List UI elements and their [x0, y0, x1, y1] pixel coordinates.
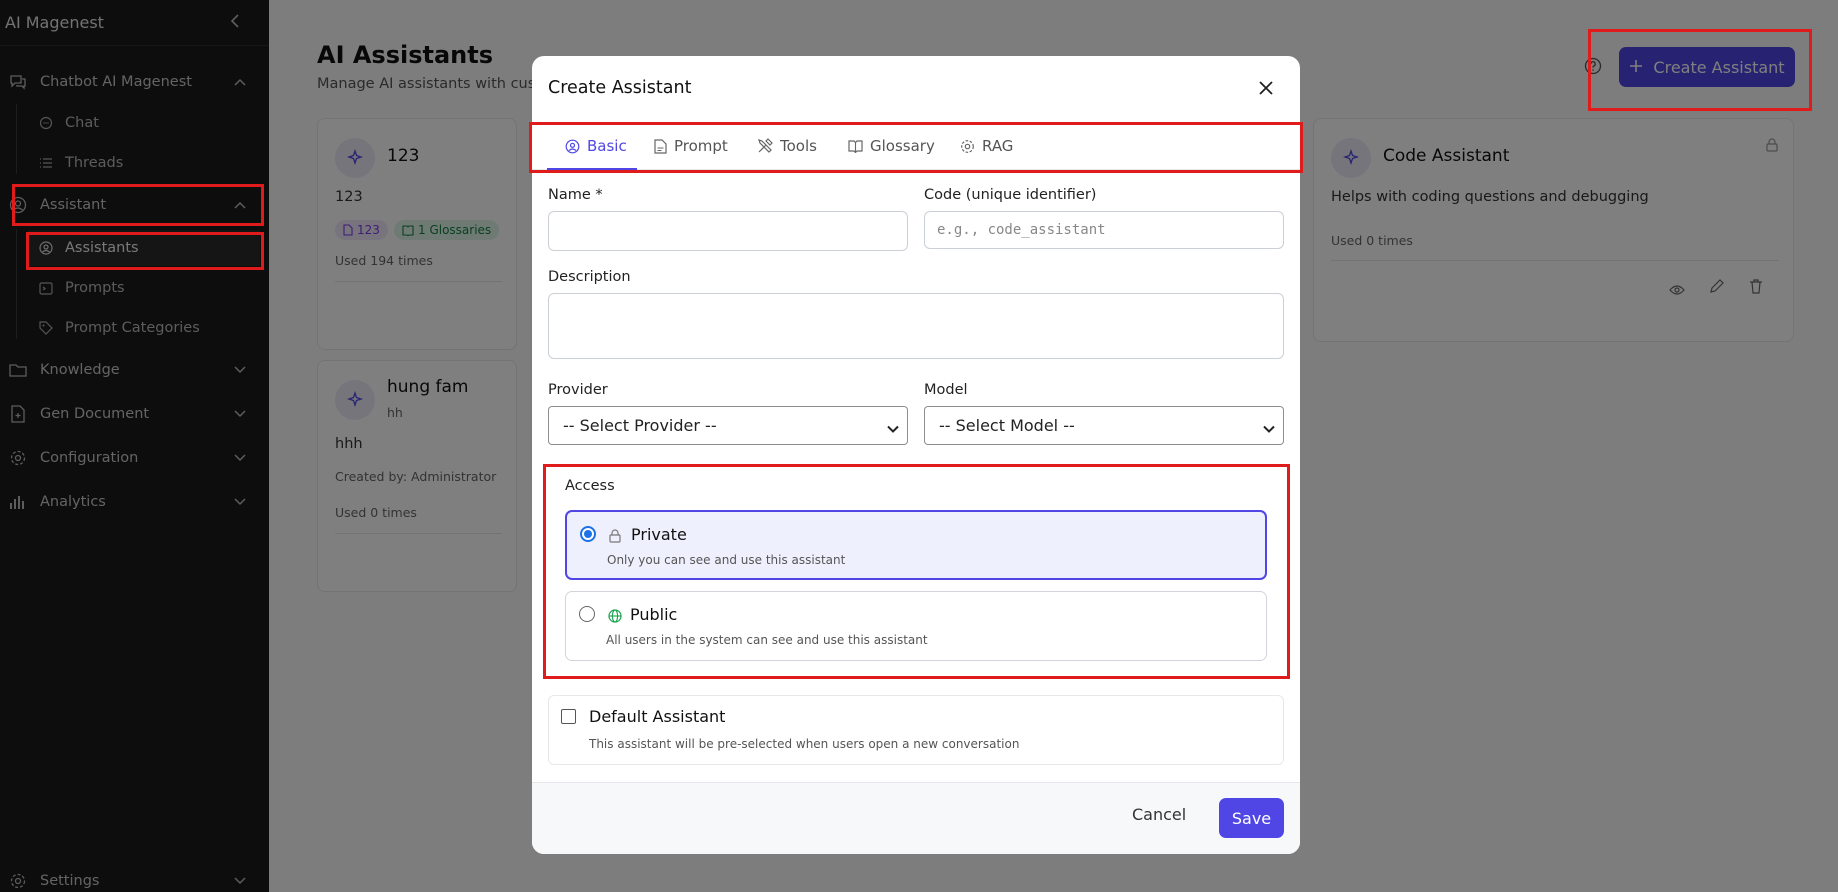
description-label: Description: [548, 269, 631, 285]
default-assistant-box[interactable]: Default Assistant This assistant will be…: [548, 695, 1284, 765]
close-icon[interactable]: [1258, 80, 1274, 96]
save-button[interactable]: Save: [1219, 798, 1284, 838]
tab-rag[interactable]: RAG: [960, 122, 1013, 170]
globe-icon: [608, 608, 622, 627]
model-select[interactable]: -- Select Model --: [924, 406, 1284, 445]
dialog-title: Create Assistant: [548, 78, 692, 98]
provider-label: Provider: [548, 382, 608, 398]
lock-icon: [609, 528, 621, 547]
chevron-down-icon: [1263, 420, 1275, 433]
private-radio[interactable]: [580, 526, 596, 542]
private-desc: Only you can see and use this assistant: [607, 553, 846, 567]
tab-label: Tools: [780, 137, 817, 155]
default-assistant-desc: This assistant will be pre-selected when…: [589, 737, 1020, 751]
model-select-value: -- Select Model --: [939, 416, 1075, 435]
default-assistant-title: Default Assistant: [589, 707, 726, 726]
dialog-tabs: Basic Prompt Tools Glossary RAG: [532, 122, 1300, 170]
tab-label: Prompt: [674, 137, 728, 155]
file-icon: [654, 138, 667, 154]
tab-label: RAG: [982, 137, 1014, 155]
access-label: Access: [565, 478, 615, 494]
provider-select-value: -- Select Provider --: [563, 416, 717, 435]
name-label: Name *: [548, 187, 603, 203]
provider-select[interactable]: -- Select Provider --: [548, 406, 908, 445]
gear-icon: [961, 139, 974, 153]
tab-glossary[interactable]: Glossary: [848, 122, 935, 170]
dialog-footer: Cancel Save: [532, 782, 1300, 854]
code-input[interactable]: e.g., code_assistant: [924, 211, 1284, 249]
tab-prompt[interactable]: Prompt: [654, 122, 728, 170]
public-radio[interactable]: [579, 606, 595, 622]
public-title: Public: [630, 605, 678, 624]
create-assistant-dialog: Create Assistant Basic Prompt Tools Glos…: [532, 56, 1300, 854]
name-input[interactable]: [548, 211, 908, 251]
description-textarea[interactable]: [548, 293, 1284, 359]
code-label: Code (unique identifier): [924, 187, 1097, 203]
tab-tools[interactable]: Tools: [757, 122, 817, 170]
tab-label: Basic: [587, 137, 627, 155]
private-title: Private: [631, 525, 687, 544]
public-desc: All users in the system can see and use …: [606, 633, 928, 647]
default-assistant-checkbox[interactable]: [561, 709, 576, 724]
tools-icon: [758, 138, 773, 153]
access-option-private[interactable]: Private Only you can see and use this as…: [565, 510, 1267, 580]
model-label: Model: [924, 382, 968, 398]
tab-label: Glossary: [870, 137, 935, 155]
access-option-public[interactable]: Public All users in the system can see a…: [565, 591, 1267, 661]
chevron-down-icon: [887, 420, 899, 433]
book-icon: [848, 139, 863, 153]
active-tab-indicator: [547, 168, 637, 170]
cancel-button[interactable]: Cancel: [1132, 805, 1186, 824]
tab-basic[interactable]: Basic: [565, 122, 627, 170]
user-circle-icon: [565, 139, 580, 153]
